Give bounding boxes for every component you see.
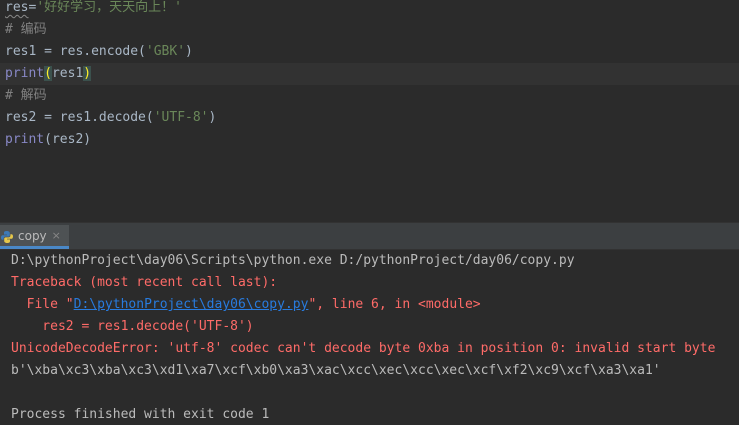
code-line-2[interactable]: # 编码 (5, 19, 47, 41)
file-prefix: File " (11, 297, 74, 312)
output-bytes: b'\xba\xc3\xba\xc3\xd1\xa7\xcf\xb0\xa3\x… (11, 363, 661, 378)
print-builtin: print (5, 66, 45, 81)
file-link[interactable]: D:\pythonProject\day06\copy.py (74, 297, 309, 312)
comment-decode: # 解码 (5, 88, 47, 103)
code-line-6[interactable]: res2 = res1.decode('UTF-8') (5, 107, 216, 129)
string-literal: '好好学习，天天向上！' (36, 0, 182, 15)
encode-call: res1 = res.encode( (5, 44, 146, 59)
decode-call: res2 = res1.decode( (5, 110, 154, 125)
decode-arg: 'UTF-8' (153, 110, 209, 125)
encode-close: ) (185, 44, 193, 59)
print-args-2: (res2) (44, 132, 92, 147)
code-line-7[interactable]: print(res2) (5, 129, 91, 151)
print-builtin-2: print (5, 132, 45, 147)
close-icon[interactable]: × (52, 229, 61, 242)
decode-close: ) (208, 110, 217, 125)
traceback-file-line: File "D:\pythonProject\day06\copy.py", l… (11, 294, 481, 316)
code-line-1[interactable]: res='好好学习，天天向上！' (5, 0, 182, 19)
current-line-highlight (0, 63, 739, 85)
code-line-5[interactable]: # 解码 (5, 85, 47, 107)
print-arg: res1 (51, 66, 84, 81)
console-command: D:\pythonProject\day06\Scripts\python.ex… (11, 253, 575, 268)
open-paren: ( (44, 66, 52, 81)
code-editor[interactable]: res='好好学习，天天向上！' # 编码 res1 = res.encode(… (0, 0, 739, 222)
python-icon (0, 229, 14, 243)
error-message: UnicodeDecodeError: 'utf-8' codec can't … (11, 341, 716, 356)
file-suffix: ", line 6, in <module> (308, 297, 481, 312)
run-tool-window-tabbar: copy × (0, 225, 739, 250)
traceback-code-line: res2 = res1.decode('UTF-8') (11, 319, 254, 334)
code-line-4[interactable]: print(res1) (5, 63, 92, 85)
close-paren: ) (83, 66, 92, 81)
run-tab-copy[interactable]: copy × (0, 225, 69, 249)
traceback-header: Traceback (most recent call last): (11, 275, 278, 290)
code-line-3[interactable]: res1 = res.encode('GBK') (5, 41, 193, 63)
encode-arg: 'GBK' (145, 44, 186, 59)
run-tab-label: copy (18, 228, 47, 243)
variable-res: res (5, 0, 29, 15)
comment-encode: # 编码 (5, 22, 47, 37)
run-console[interactable]: D:\pythonProject\day06\Scripts\python.ex… (0, 250, 739, 425)
exit-message: Process finished with exit code 1 (11, 407, 270, 422)
